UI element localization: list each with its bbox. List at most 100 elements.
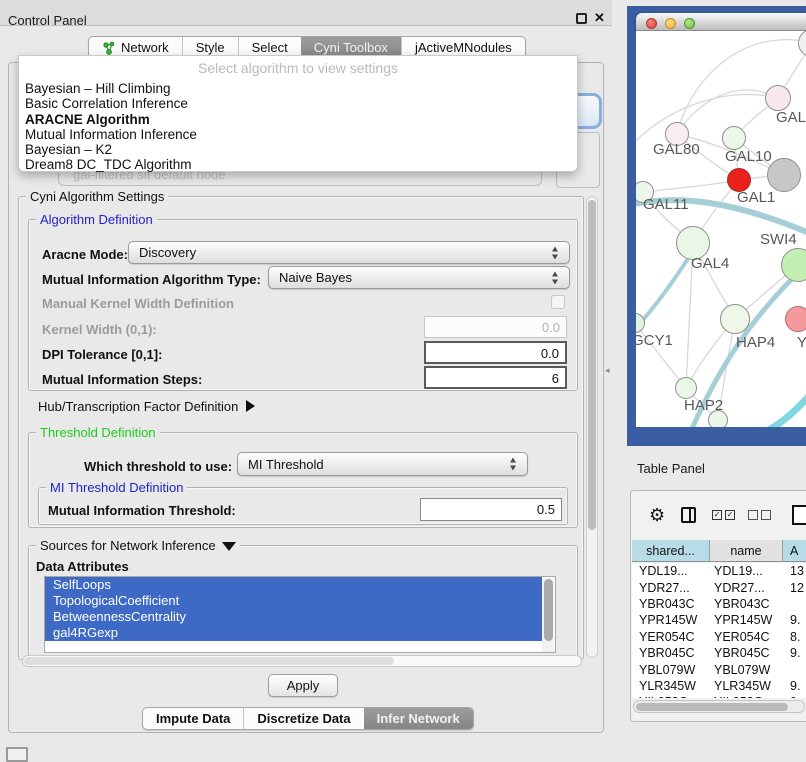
split-columns-icon[interactable]: [681, 507, 696, 523]
kernel-width-field[interactable]: 0.0: [424, 316, 567, 338]
aracne-mode-combobox[interactable]: Discovery: [128, 241, 570, 264]
float-window-icon[interactable]: [576, 13, 587, 24]
mi-threshold-label: Mutual Information Threshold:: [48, 503, 236, 518]
node-label: GAL10: [725, 148, 772, 165]
dpi-tolerance-field[interactable]: 0.0: [424, 341, 567, 364]
list-item-selected[interactable]: TopologicalCoefficient: [45, 593, 542, 609]
cell: 9.: [783, 646, 806, 660]
aracne-mode-label: Aracne Mode:: [42, 247, 128, 262]
mi-type-combobox[interactable]: Naive Bayes: [268, 266, 570, 289]
hub-section-toggle[interactable]: Hub/Transcription Factor Definition: [38, 399, 255, 414]
cell: 8.: [783, 630, 806, 644]
network-node[interactable]: [722, 126, 746, 150]
table-body[interactable]: YDL19...YDL19...13 YDR27...YDR27...12 YB…: [632, 563, 806, 698]
tab-discretize-data-label: Discretize Data: [257, 711, 350, 726]
manual-kernel-checkbox[interactable]: [551, 295, 565, 309]
tab-impute-data[interactable]: Impute Data: [143, 708, 243, 729]
table-row[interactable]: YER054CYER054C8.: [632, 629, 806, 645]
network-window-titlebar[interactable]: [636, 13, 806, 31]
table-row[interactable]: YBR043CYBR043C: [632, 596, 806, 612]
settings-vscroll-thumb[interactable]: [588, 200, 596, 530]
control-panel-title: Control Panel: [8, 13, 87, 28]
data-attributes-label: Data Attributes: [36, 559, 129, 574]
aracne-mode-value: Discovery: [139, 245, 196, 260]
hide-columns-icon[interactable]: [748, 510, 771, 520]
cell: 12: [783, 581, 806, 595]
cell: YDL19...: [632, 564, 710, 578]
list-item-selected[interactable]: BetweennessCentrality: [45, 609, 542, 625]
settings-horizontal-scrollbar[interactable]: [22, 655, 582, 667]
list-item-selected[interactable]: gal4RGexp: [45, 625, 542, 641]
table-hscroll-thumb[interactable]: [636, 703, 788, 711]
cell: YDR27...: [632, 581, 710, 595]
control-panel-titlebar: Control Panel ✕: [0, 0, 612, 26]
dropdown-item[interactable]: Mutual Information Inference: [19, 127, 577, 142]
dropdown-item[interactable]: Basic Correlation Inference: [19, 96, 577, 111]
dropdown-item[interactable]: Dream8 DC_TDC Algorithm: [19, 157, 577, 172]
network-node-gray[interactable]: [767, 158, 801, 192]
node-label: GAL11: [643, 196, 689, 213]
minimized-panel-icon[interactable]: [6, 747, 28, 762]
tab-discretize-data[interactable]: Discretize Data: [243, 708, 363, 729]
node-label: GAL4: [691, 255, 729, 272]
list-item-selected[interactable]: SelfLoops: [45, 577, 542, 593]
cell: YPR145W: [710, 613, 783, 627]
settings-vertical-scrollbar[interactable]: [586, 196, 598, 658]
show-checked-columns-icon[interactable]: ✓ ✓: [712, 510, 735, 520]
table-row[interactable]: YDR27...YDR27...12: [632, 579, 806, 595]
table-horizontal-scrollbar[interactable]: [633, 700, 805, 713]
panel-splitter-grip[interactable]: ◂: [605, 365, 610, 376]
cell: YBR045C: [632, 646, 710, 660]
mi-type-label: Mutual Information Algorithm Type:: [42, 272, 261, 287]
mi-threshold-field[interactable]: 0.5: [420, 498, 562, 521]
tab-jactivemnodules-label: jActiveMNodules: [415, 40, 512, 55]
tab-infer-network[interactable]: Infer Network: [364, 708, 473, 729]
network-node[interactable]: [765, 85, 791, 111]
apply-button[interactable]: Apply: [268, 674, 338, 697]
tab-infer-network-label: Infer Network: [377, 711, 460, 726]
new-table-icon[interactable]: [792, 505, 806, 525]
table-row[interactable]: YLR345WYLR345W9.: [632, 678, 806, 694]
network-node[interactable]: [675, 377, 697, 399]
column-header-name[interactable]: name: [710, 540, 783, 561]
sources-group-toggle[interactable]: Sources for Network Inference: [36, 538, 240, 553]
network-node[interactable]: [720, 304, 750, 334]
node-label: SWI4: [760, 231, 797, 248]
table-row[interactable]: YBL079WYBL079W: [632, 661, 806, 677]
stepper-arrows-icon: [509, 458, 518, 471]
table-row[interactable]: YDL19...YDL19...13: [632, 563, 806, 579]
data-attributes-listbox: SelfLoops TopologicalCoefficient Between…: [44, 576, 556, 653]
dropdown-placeholder: Select algorithm to view settings: [19, 60, 577, 81]
dropdown-item[interactable]: Bayesian – Hill Climbing: [19, 81, 577, 96]
sources-group-title: Sources for Network Inference: [40, 538, 216, 553]
minimize-traffic-light-icon[interactable]: [665, 18, 676, 29]
column-header-partial[interactable]: A: [783, 540, 806, 561]
kernel-width-label: Kernel Width (0,1):: [42, 322, 157, 337]
table-row[interactable]: YBR045CYBR045C9.: [632, 645, 806, 661]
table-row[interactable]: YIL052CYIL052C9.: [632, 694, 806, 698]
checked-box-icon: ✓: [712, 510, 722, 520]
dpi-tolerance-label: DPI Tolerance [0,1]:: [42, 347, 162, 362]
threshold-definition-title: Threshold Definition: [36, 425, 160, 440]
cell: YBL079W: [632, 663, 710, 677]
settings-hscroll-thumb[interactable]: [24, 657, 394, 665]
close-icon[interactable]: ✕: [594, 10, 605, 26]
table-row[interactable]: YPR145WYPR145W9.: [632, 612, 806, 628]
which-threshold-combobox[interactable]: MI Threshold: [237, 452, 528, 476]
zoom-traffic-light-icon[interactable]: [684, 18, 695, 29]
dropdown-item-highlighted[interactable]: ARACNE Algorithm: [19, 112, 577, 127]
mi-type-value: Naive Bayes: [279, 270, 352, 285]
column-header-shared-name[interactable]: shared...: [632, 540, 710, 561]
gear-icon[interactable]: ⚙: [649, 505, 665, 525]
cell: YLR345W: [632, 679, 710, 693]
network-node-salmon[interactable]: [785, 306, 806, 332]
cell: 13: [783, 564, 806, 578]
cell: YPR145W: [632, 613, 710, 627]
close-traffic-light-icon[interactable]: [646, 18, 657, 29]
dropdown-item[interactable]: Bayesian – K2: [19, 142, 577, 157]
list-scrollbar-thumb[interactable]: [544, 579, 553, 641]
expand-down-icon: [222, 542, 236, 551]
mi-steps-field[interactable]: 6: [424, 366, 567, 389]
network-canvas[interactable]: GAL GAL80 GAL10 GAL1 GAL11 SWI4 GAL4 GCY…: [636, 31, 806, 427]
list-scrollbar[interactable]: [542, 578, 554, 652]
